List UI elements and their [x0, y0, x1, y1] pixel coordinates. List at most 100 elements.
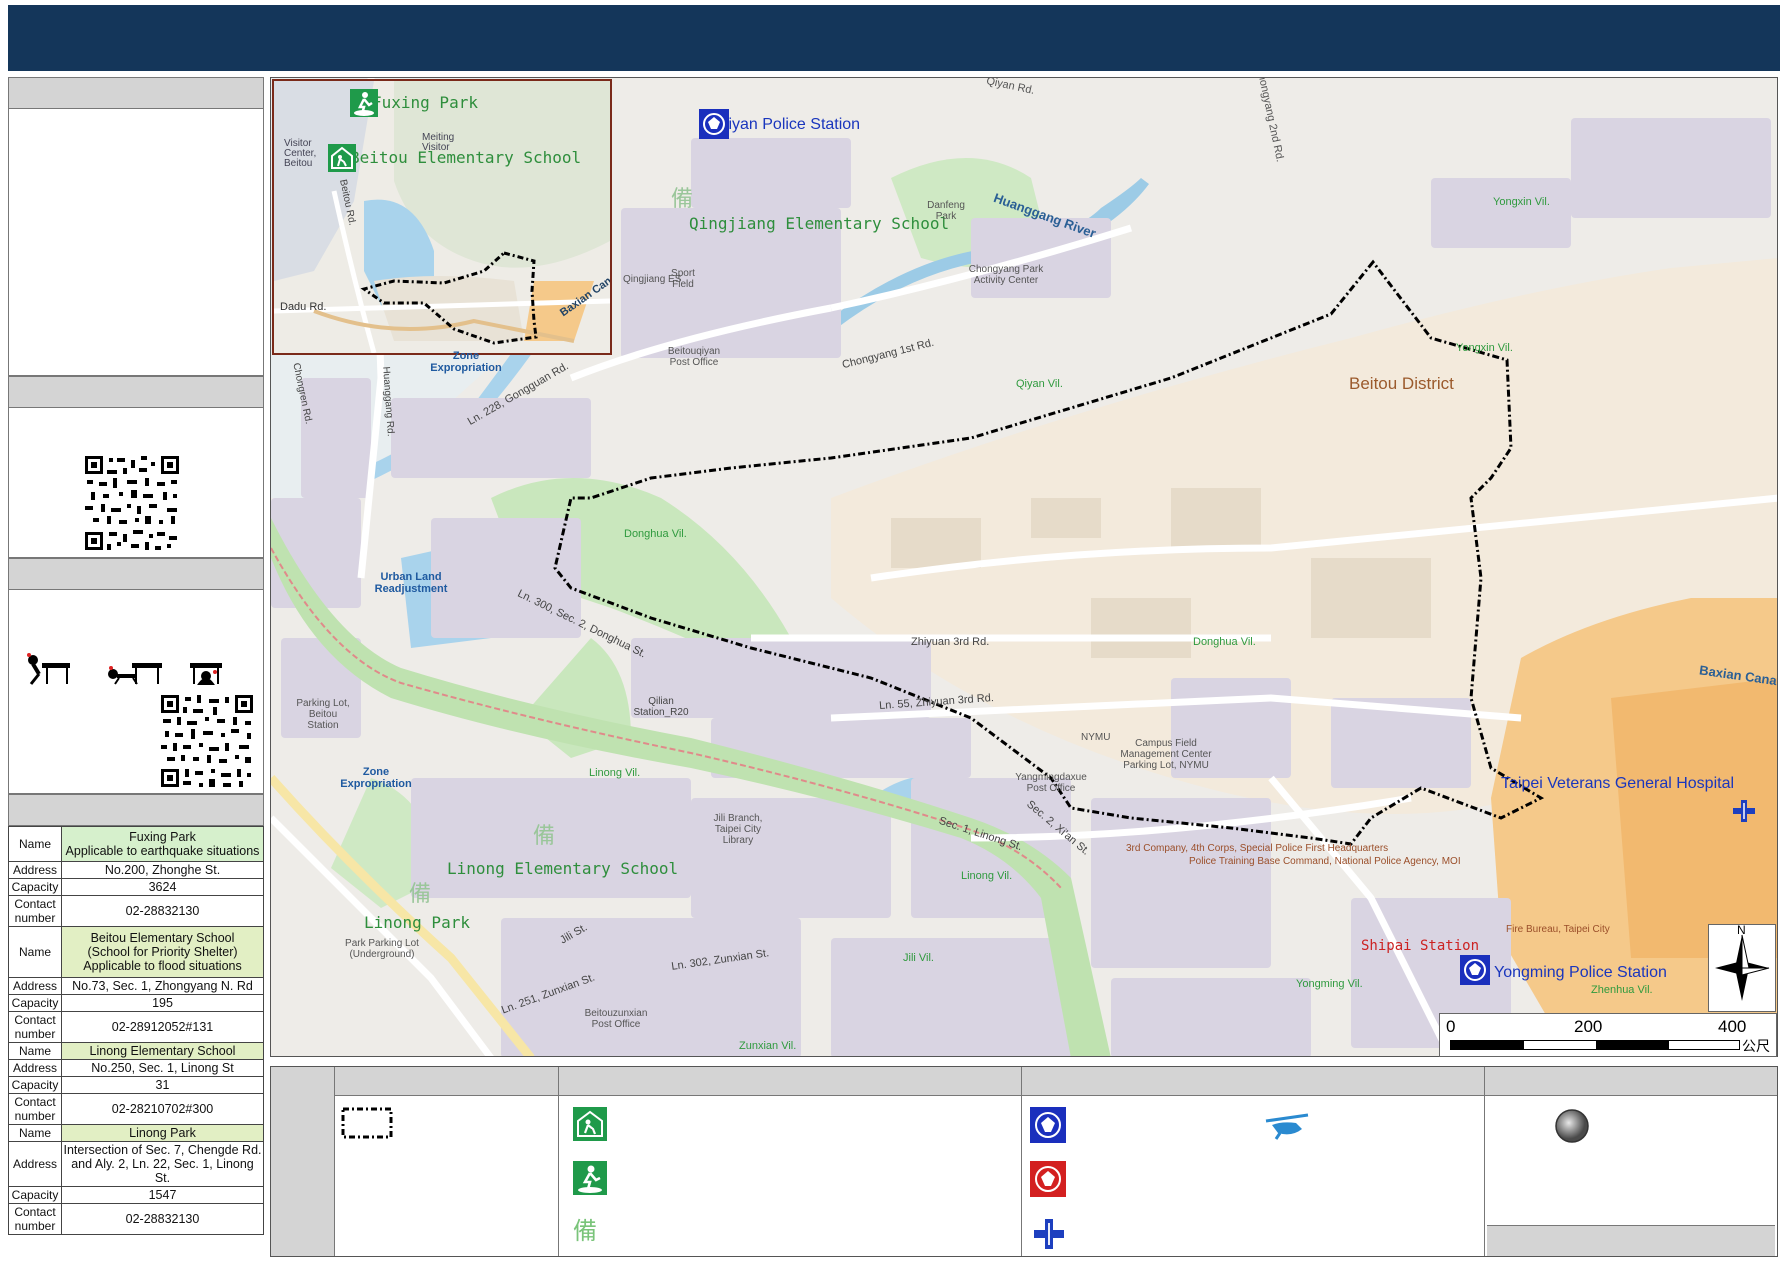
inset-fuxing-park-label: Fuxing Park: [372, 93, 478, 112]
police-station-legend-icon: [1030, 1107, 1066, 1143]
map-label: Qilian Station_R20: [633, 696, 689, 718]
legend-col-other: [1485, 1067, 1777, 1256]
qr-code[interactable]: [83, 454, 181, 552]
legend-col-shelters: 備: [559, 1067, 1022, 1256]
facility-address: No.73, Sec. 1, Zhongyang N. Rd: [61, 977, 264, 995]
table-row: Contact number 02-28210702#300: [8, 1093, 264, 1125]
school-shelter-icon: [573, 1107, 607, 1141]
map-label: 3rd Company, 4th Corps, Special Police F…: [1126, 843, 1389, 854]
earthquake-box: [8, 590, 264, 794]
main-map[interactable]: Fuxing Park Beitou Elementary School Dad…: [270, 77, 1778, 1057]
reserve-shelter-icon: 備: [409, 881, 432, 906]
table-row: Contact number 02-28832130: [8, 1203, 264, 1235]
table-row: Capacity 1547: [8, 1186, 264, 1204]
helicopter-legend-icon: [1265, 1113, 1309, 1140]
table-row: Address Intersection of Sec. 7, Chengde R…: [8, 1141, 264, 1187]
north-label: N: [1737, 923, 1746, 937]
table-row: Address No.200, Zhonghe St.: [8, 861, 264, 879]
inset-map[interactable]: Fuxing Park Beitou Elementary School Dad…: [272, 79, 612, 355]
qr-box: [8, 408, 264, 558]
facility-contact: 02-28912052#131: [61, 1011, 264, 1043]
facility-name: Beitou Elementary School (School for Pri…: [61, 926, 264, 978]
row-label-name: Name: [8, 826, 62, 862]
map-label: NYMU: [1081, 732, 1111, 743]
facility-address: No.250, Sec. 1, Linong St: [61, 1059, 264, 1077]
description-box: [8, 109, 264, 376]
north-arrow: N: [1708, 923, 1776, 1012]
fire-station-legend-icon: [1030, 1161, 1066, 1197]
beitou-es-shelter-icon[interactable]: [328, 144, 356, 172]
qiyan-police-label: Qiyan Police Station: [716, 116, 861, 133]
map-label: Park Parking Lot (Underground): [345, 938, 419, 960]
reserve-shelter-legend-icon: 備: [573, 1218, 597, 1245]
title-banner: [8, 5, 1780, 71]
hospital-label: Taipei Veterans General Hospital: [1501, 775, 1735, 792]
map-label: Fire Bureau, Taipei City: [1506, 924, 1610, 935]
table-row: Capacity 195: [8, 994, 264, 1012]
map-label: Police Training Base Command, National P…: [1189, 856, 1461, 867]
table-row: Address No.250, Sec. 1, Linong St: [8, 1059, 264, 1077]
drop-cover-hold-icon: [27, 653, 222, 685]
meeting-point-legend-icon: [1555, 1109, 1589, 1143]
qr-code-2[interactable]: [159, 693, 255, 789]
boundary-legend-symbol: [341, 1107, 393, 1139]
map-label: Danfeng Park: [927, 200, 965, 222]
table-row: Name Linong Park: [8, 1124, 264, 1142]
yongming-police-label: Yongming Police Station: [1494, 964, 1667, 981]
facility-contact: 02-28832130: [61, 895, 264, 927]
table-row: Capacity 31: [8, 1076, 264, 1094]
map-label: Zone Expropriation: [430, 350, 502, 374]
scale-tick: 400: [1718, 1017, 1747, 1036]
map-label: Yongxin Vil.: [1493, 196, 1550, 208]
facilities-table: Name Fuxing Park Applicable to earthquak…: [8, 826, 264, 1235]
table-row: Name Beitou Elementary School (School fo…: [8, 926, 264, 978]
map-label: Beitouqiyan Post Office: [667, 346, 721, 368]
map-label: Donghua Vil.: [624, 528, 687, 540]
facility-name: Fuxing Park Applicable to earthquake sit…: [61, 826, 264, 862]
map-label: Linong Vil.: [589, 767, 641, 779]
legend-col-services: [1022, 1067, 1485, 1256]
facility-capacity: 3624: [61, 878, 264, 896]
map-label: Yongxin Vil.: [1456, 342, 1513, 354]
map-label: Qingjiang ES: [623, 274, 682, 285]
facility-address: No.200, Zhonghe St.: [61, 861, 264, 879]
inset-dadu-rd-label: Dadu Rd.: [280, 301, 327, 313]
map-label: Linong Vil.: [961, 870, 1013, 882]
facility-capacity: 1547: [61, 1186, 264, 1204]
facility-name: Linong Park: [61, 1124, 264, 1142]
map-label: Beitouzunxian Post Office: [584, 1008, 648, 1030]
map-label: Jili Branch, Taipei City Library: [713, 813, 763, 846]
qiyan-police-icon[interactable]: [699, 109, 729, 139]
map-label: Zunxian Vil.: [739, 1040, 797, 1052]
map-label: Donghua Vil.: [1193, 636, 1256, 648]
scale-bar: 0 200 400 公尺: [1439, 1013, 1777, 1057]
legend-col-boundary: [335, 1067, 559, 1256]
map-label: Zone Expropriation: [340, 766, 412, 790]
table-row: Address No.73, Sec. 1, Zhongyang N. Rd: [8, 977, 264, 995]
district-label: Beitou District: [1349, 374, 1454, 393]
shipai-station-label: Shipai Station: [1361, 938, 1480, 954]
legend-footer-bar: [1487, 1225, 1775, 1256]
reserve-shelter-icon: 備: [533, 823, 556, 848]
map-label: Urban Land Readjustment: [374, 571, 448, 595]
linong-es-label: Linong Elementary School: [447, 859, 679, 878]
legend-head: [1022, 1067, 1484, 1096]
left-info-panel: Name Fuxing Park Applicable to earthquak…: [8, 77, 264, 1257]
earthquake-header: [8, 558, 264, 590]
scale-tick: 0: [1446, 1017, 1456, 1036]
qingjiang-es-label: Qingjiang Elementary School: [689, 214, 950, 233]
map-label: Chongyang Park Activity Center: [968, 264, 1044, 286]
yongming-police-icon[interactable]: [1460, 955, 1490, 985]
scale-unit: 公尺: [1742, 1038, 1770, 1054]
hospital-legend-icon: [1034, 1219, 1064, 1249]
map-label: Jili Vil.: [903, 952, 934, 964]
legend-head: [335, 1067, 558, 1096]
facility-name: Linong Elementary School: [61, 1042, 264, 1060]
facility-contact: 02-28210702#300: [61, 1093, 264, 1125]
facility-address: Intersection of Sec. 7, Chengde Rd. and A…: [61, 1141, 264, 1187]
hospital-icon[interactable]: [1731, 798, 1757, 824]
legend-side-label: [271, 1067, 335, 1256]
fuxing-park-shelter-icon[interactable]: [350, 89, 378, 117]
table-row: Name Linong Elementary School: [8, 1042, 264, 1060]
table-row: Contact number 02-28832130: [8, 895, 264, 927]
